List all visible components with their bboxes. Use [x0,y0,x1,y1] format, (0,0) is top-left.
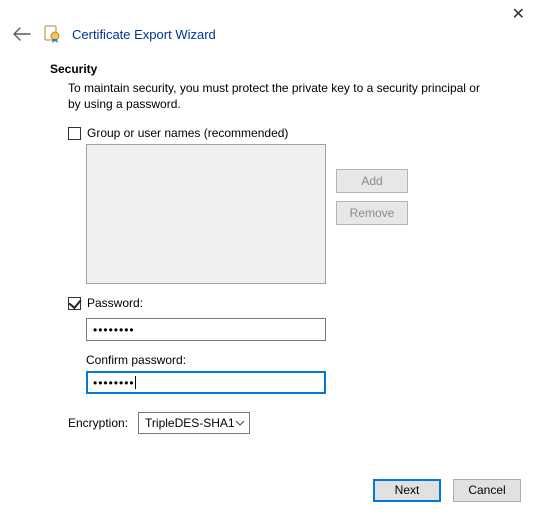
section-description: To maintain security, you must protect t… [50,80,485,126]
password-value: •••••••• [93,323,135,337]
password-label: Password: [87,296,143,310]
remove-button: Remove [336,201,408,225]
next-button[interactable]: Next [373,479,441,502]
cancel-button[interactable]: Cancel [453,479,521,502]
wizard-title: Certificate Export Wizard [72,27,216,42]
section-title: Security [50,62,485,80]
wizard-header: Certificate Export Wizard [0,0,535,52]
group-names-label: Group or user names (recommended) [87,126,288,140]
confirm-password-value: •••••••• [93,376,135,390]
encryption-select[interactable]: TripleDES-SHA1 [138,412,250,434]
password-checkbox[interactable] [68,297,81,310]
confirm-password-label: Confirm password: [86,353,485,367]
group-names-listbox[interactable] [86,144,326,284]
certificate-icon [42,24,62,44]
add-button: Add [336,169,408,193]
back-arrow-icon[interactable] [12,24,32,44]
group-names-checkbox[interactable] [68,127,81,140]
chevron-down-icon [235,420,245,426]
confirm-password-input[interactable]: •••••••• [86,371,326,394]
close-icon[interactable]: ✕ [512,4,525,24]
encryption-label: Encryption: [68,416,128,430]
password-input[interactable]: •••••••• [86,318,326,341]
encryption-value: TripleDES-SHA1 [145,416,235,430]
